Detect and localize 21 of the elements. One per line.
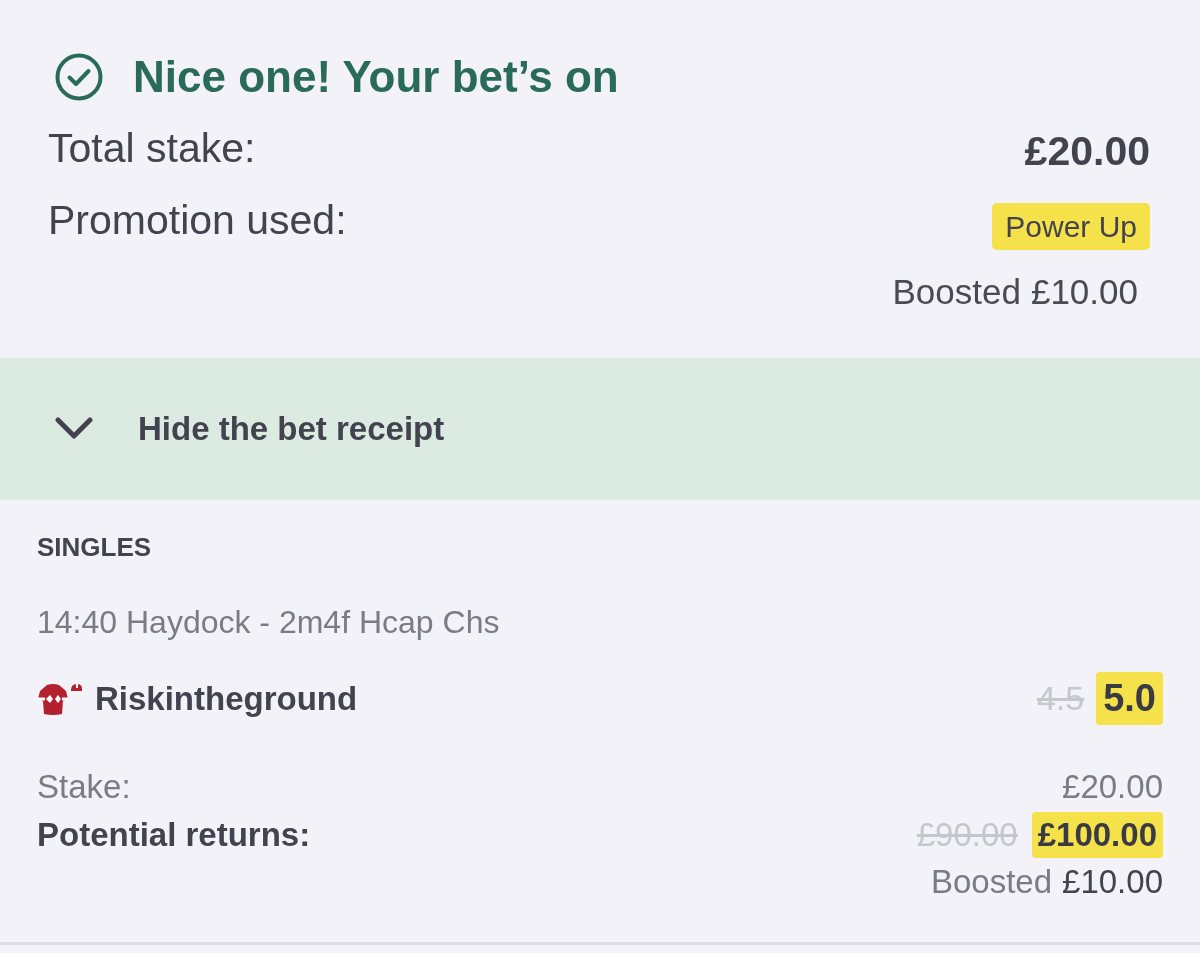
stake-amount: £20.00 xyxy=(1062,768,1163,806)
boost-amount: £10.00 xyxy=(1062,862,1163,902)
boost-label: Boosted xyxy=(892,271,1021,313)
event-title: 14:40 Haydock - 2m4f Hcap Chs xyxy=(37,603,500,642)
check-circle-icon xyxy=(55,53,103,101)
horse-name: Riskintheground xyxy=(95,679,358,718)
confirmation-title: Nice one! Your bet’s on xyxy=(133,52,619,102)
stake-label: Stake: xyxy=(37,768,131,806)
boost-amount: £10.00 xyxy=(1030,271,1138,313)
boosted-odds: 5.0 xyxy=(1096,672,1163,725)
promotion-label: Promotion used: xyxy=(48,203,347,237)
returns-label: Potential returns: xyxy=(37,816,311,854)
total-stake-label: Total stake: xyxy=(48,124,256,173)
hide-receipt-button[interactable]: Hide the bet receipt xyxy=(0,358,1200,500)
section-heading: SINGLES xyxy=(37,532,152,562)
promotion-tag: Power Up xyxy=(992,203,1150,250)
chevron-icon xyxy=(55,417,93,441)
racing-silks-icon xyxy=(37,681,83,716)
total-stake-value: £20.00 xyxy=(1024,127,1150,176)
boost-label: Boosted xyxy=(930,862,1053,902)
boosted-returns: £100.00 xyxy=(1031,812,1163,858)
